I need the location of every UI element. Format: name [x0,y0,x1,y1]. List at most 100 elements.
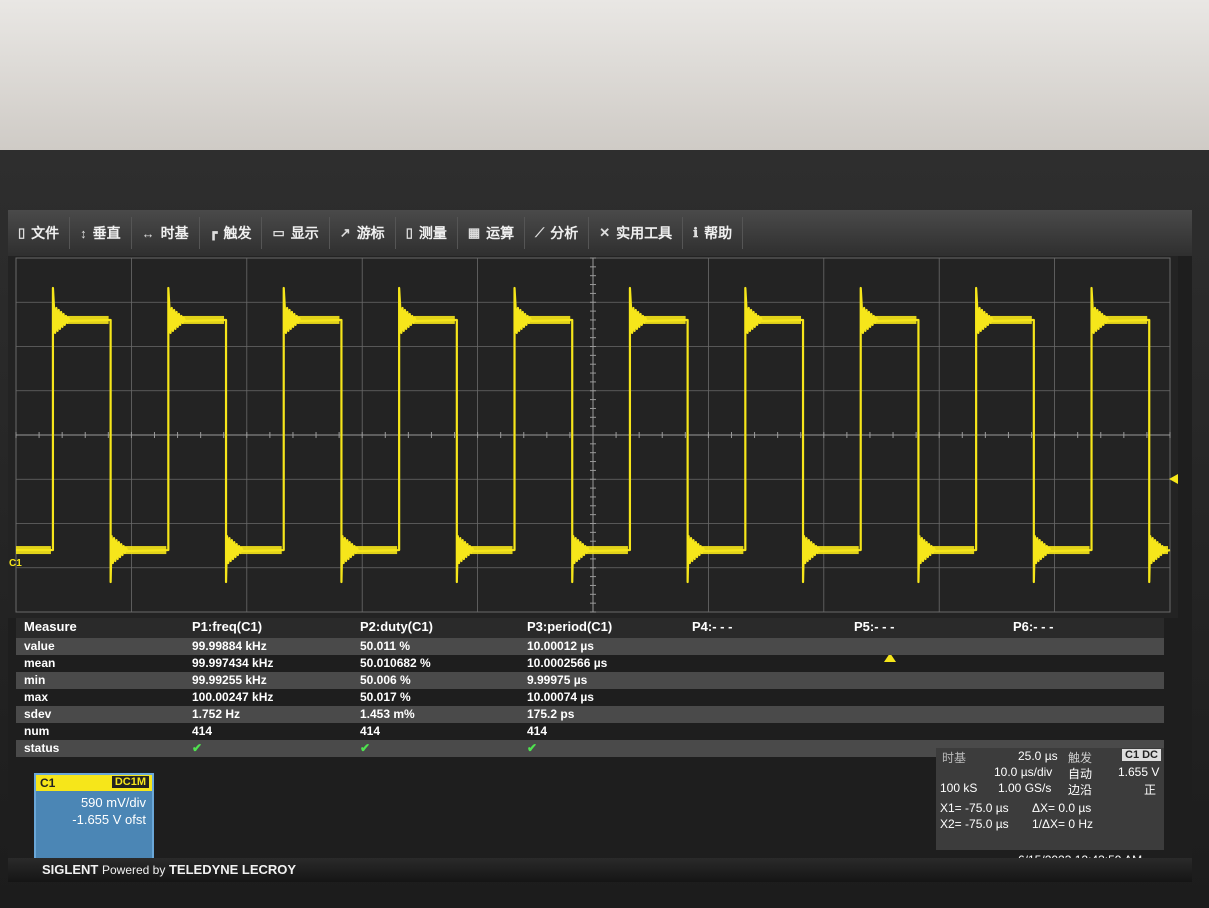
high-level-band [413,315,455,324]
measure-cell: 10.00074 µs [527,690,594,704]
menu-item-4[interactable]: ▭ 显示 [262,217,330,249]
menu-label: 时基 [160,225,189,241]
channel-scale: 590 mV/div [80,795,146,810]
menu-label: 帮助 [704,225,733,241]
measure-header-cell: Measure [24,619,77,634]
background-wall [0,0,1209,150]
brand-bar: SIGLENT Powered by TELEDYNE LECROY [8,858,1192,882]
channel-name: C1 [40,776,56,790]
measure-row-sdev: sdev 1.752 Hz 1.453 m% 175.2 ps [16,706,1164,723]
measure-cell: 99.99255 kHz [192,673,267,687]
measure-row-max: max 100.00247 kHz 50.017 % 10.00074 µs [16,689,1164,706]
measure-header-cell[interactable]: P4:- - - [692,619,732,634]
low-level-band [1163,546,1168,555]
brand-powered: Powered by [101,863,166,877]
menu-item-3[interactable]: ┏ 触发 [200,217,263,249]
trigger-icon: ┏ [209,225,218,240]
low-level-band [470,546,513,555]
measure-cell: ✔ [360,741,371,755]
low-level-band [16,546,51,555]
measure-cell: 1.453 m% [360,707,415,721]
waveform-plot [15,257,1171,613]
high-level-band [66,315,109,324]
brand-name: SIGLENT [42,862,99,877]
measure-cell: value [24,639,55,653]
help-icon: ℹ [693,225,699,240]
vertical-icon: ↕ [80,225,87,241]
measure-cell: 414 [527,724,548,738]
measure-cell: 50.006 % [360,673,411,687]
channel-offset: -1.655 V ofst [72,812,146,827]
menu-label: 文件 [31,225,60,241]
measure-header-cell[interactable]: P3:period(C1) [527,619,612,634]
menu-label: 实用工具 [616,225,673,241]
measure-cell: 414 [192,724,213,738]
menu-item-6[interactable]: ▯ 测量 [396,217,458,249]
measure-cell: 50.010682 % [360,656,431,670]
measure-header-cell[interactable]: P2:duty(C1) [360,619,433,634]
low-level-band [355,546,398,555]
measure-cell: 99.997434 kHz [192,656,274,670]
measure-row-num: num 414 414 414 [16,723,1164,740]
measure-cell: 50.017 % [360,690,411,704]
menu-item-5[interactable]: ↗ 游标 [330,217,396,249]
high-level-band [182,315,225,324]
menu-item-0[interactable]: ▯ 文件 [8,217,71,249]
channel-coupling: DC1M [111,776,149,788]
measure-row-mean: mean 99.997434 kHz 50.010682 % 10.0002566 µ… [16,655,1164,672]
channel-ground-marker: C1 [9,558,22,569]
high-level-band [297,315,340,324]
menu-item-8[interactable]: ⟋ 分析 [525,217,590,249]
measure-header-cell[interactable]: P1:freq(C1) [192,619,262,634]
measure-cell: ✔ [192,741,203,755]
measure-cell: min [24,673,46,687]
menu-item-7[interactable]: ▦ 运算 [458,217,526,249]
low-level-band [124,546,167,555]
measure-cell: 10.0002566 µs [527,656,608,670]
menu-item-10[interactable]: ℹ 帮助 [683,217,744,249]
measurement-table: Measure P1:freq(C1) P2:duty(C1) P3:period(C… [16,618,1164,757]
low-level-band [932,546,975,555]
menu-label: 垂直 [92,225,121,241]
menu-label: 运算 [486,225,515,241]
menu-item-1[interactable]: ↕ 垂直 [70,217,132,249]
measure-cell: 10.00012 µs [527,639,594,653]
low-level-band [701,546,744,555]
low-level-band [1047,546,1090,555]
measure-icon: ▯ [405,225,413,240]
file-icon: ▯ [18,225,26,240]
low-level-band [817,546,859,555]
sample-rate: 1.00 GS/s [998,781,1052,795]
measure-cell: status [24,741,60,755]
memory-depth: 100 kS [940,781,978,795]
measure-header-cell[interactable]: P6:- - - [1013,619,1053,634]
low-level-band [240,546,282,555]
trigger-slope: 正 [1144,783,1157,797]
measure-cell: 414 [360,724,381,738]
waveform-display[interactable]: C1 [8,256,1178,662]
high-level-band [990,315,1032,324]
measure-cell: 1.752 Hz [192,707,241,721]
trigger-type: 边沿 [1068,783,1093,797]
low-level-band [586,546,628,555]
math-icon: ▦ [467,225,481,240]
measure-header-cell[interactable]: P5:- - - [854,619,894,634]
measure-header-row: Measure P1:freq(C1) P2:duty(C1) P3:period(C… [16,618,1164,638]
menu-item-9[interactable]: ✕ 实用工具 [589,217,684,249]
measure-row-value: value 99.99884 kHz 50.011 % 10.00012 µs [16,638,1164,655]
measure-cell: mean [24,656,56,670]
cursor-delta-x: ΔX= 0.0 µs [1032,801,1092,815]
menu-label: 显示 [290,225,319,241]
measure-cell: 99.99884 kHz [192,639,267,653]
measure-cell: 175.2 ps [527,707,575,721]
display-icon: ▭ [272,225,285,240]
trigger-source-badge: C1 DC [1122,749,1162,761]
channel-c1-box[interactable]: C1 DC1M 590 mV/div -1.655 V ofst [34,773,154,861]
analysis-icon: ⟋ [535,225,545,240]
menu-item-2[interactable]: ↔ 时基 [132,217,200,249]
menu-label: 游标 [356,225,385,241]
timebase-trigger-panel[interactable]: 时基 25.0 µs 触发 C1 DC 10.0 µs/div 自动 1.655… [936,748,1164,850]
measure-row-min: min 99.99255 kHz 50.006 % 9.99975 µs [16,672,1164,689]
timebase-delay: 25.0 µs [1018,749,1058,763]
measure-cell: 50.011 % [360,639,411,653]
